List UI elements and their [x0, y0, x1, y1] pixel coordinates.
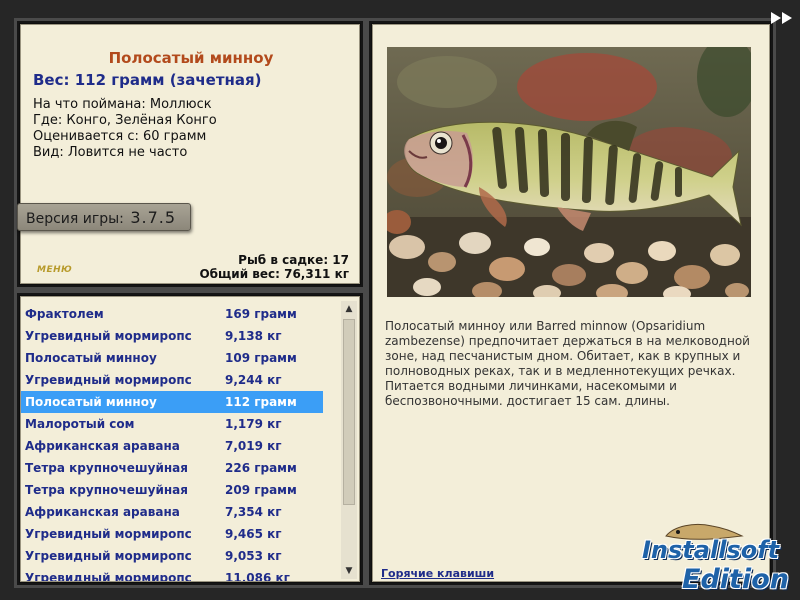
- catch-list-row[interactable]: Угревидный мормиропс 9,465 кг: [21, 523, 323, 545]
- catch-list-panel: Фрактолем 169 грамм Угревидный мормиропс 9,…: [20, 296, 360, 582]
- scroll-thumb[interactable]: [343, 319, 355, 505]
- hotkeys-link[interactable]: Горячие клавиши: [381, 567, 494, 580]
- menu-button[interactable]: МЕНЮ: [37, 265, 72, 275]
- catch-row-weight: 9,138 кг: [225, 329, 282, 343]
- catch-row-weight: 209 грамм: [225, 483, 297, 497]
- catch-list-row[interactable]: Малоротый сом 1,179 кг: [21, 413, 323, 435]
- catch-row-weight: 7,019 кг: [225, 439, 282, 453]
- catch-row-weight: 226 грамм: [225, 461, 297, 475]
- rarity: Вид: Ловится не часто: [33, 145, 188, 160]
- fish-weight: Вес: 112 грамм (зачетная): [33, 71, 262, 89]
- caught-where: Где: Конго, Зелёная Конго: [33, 113, 217, 128]
- basket-count: Рыб в садке: 17: [238, 253, 349, 267]
- catch-row-fish-name: Полосатый минноу: [25, 351, 157, 365]
- brand-line-1: Installsoft: [642, 536, 780, 564]
- fish-photo: [387, 47, 751, 297]
- scroll-down-arrow-icon[interactable]: ▼: [341, 563, 357, 579]
- catch-list-row[interactable]: Полосатый минноу 112 грамм: [21, 391, 323, 413]
- catch-row-weight: 11,086 кг: [225, 571, 290, 582]
- catch-row-weight: 169 грамм: [225, 307, 297, 321]
- catch-list: Фрактолем 169 грамм Угревидный мормиропс 9,…: [21, 303, 341, 582]
- total-weight: Общий вес: 76,311 кг: [199, 267, 349, 281]
- catch-row-weight: 1,179 кг: [225, 417, 282, 431]
- catch-list-row[interactable]: Угревидный мормиропс 9,244 кг: [21, 369, 323, 391]
- catch-row-weight: 7,354 кг: [225, 505, 282, 519]
- catch-list-row[interactable]: Африканская аравана 7,354 кг: [21, 501, 323, 523]
- version-label: Версия игры:: [26, 211, 124, 227]
- catch-list-row[interactable]: Африканская аравана 7,019 кг: [21, 435, 323, 457]
- catch-row-weight: 9,465 кг: [225, 527, 282, 541]
- catch-row-weight: 109 грамм: [225, 351, 297, 365]
- fish-description-panel: Полосатый минноу или Barred minnow (Opsa…: [372, 24, 770, 582]
- catch-row-weight: 112 грамм: [225, 395, 297, 409]
- catch-row-fish-name: Полосатый минноу: [25, 395, 157, 409]
- catch-list-row[interactable]: Угревидный мормиропс 11,086 кг: [21, 567, 323, 582]
- fish-description: Полосатый минноу или Barred minnow (Opsa…: [385, 319, 750, 408]
- brand-line-2: Edition: [682, 564, 789, 595]
- version-value: 3.7.5: [130, 208, 177, 227]
- fish-info-panel: Полосатый минноу Вес: 112 грамм (зачетна…: [17, 24, 360, 284]
- catch-row-fish-name: Малоротый сом: [25, 417, 135, 431]
- fast-forward-icon[interactable]: [770, 10, 794, 24]
- catch-row-fish-name: Угревидный мормиропс: [25, 329, 192, 343]
- catch-row-fish-name: Угревидный мормиропс: [25, 549, 192, 563]
- catch-list-row[interactable]: Тетра крупночешуйная 226 грамм: [21, 457, 323, 479]
- catch-row-fish-name: Угревидный мормиропс: [25, 571, 192, 582]
- catch-list-row[interactable]: Угревидный мормиропс 9,138 кг: [21, 325, 323, 347]
- catch-row-fish-name: Угревидный мормиропс: [25, 527, 192, 541]
- catch-row-weight: 9,053 кг: [225, 549, 282, 563]
- catch-list-row[interactable]: Угревидный мормиропс 9,053 кг: [21, 545, 323, 567]
- game-version-badge: Версия игры: 3.7.5: [17, 203, 191, 231]
- catch-list-row[interactable]: Тетра крупночешуйная 209 грамм: [21, 479, 323, 501]
- scroll-up-arrow-icon[interactable]: ▲: [341, 301, 357, 317]
- catch-row-fish-name: Африканская аравана: [25, 439, 180, 453]
- fish-title: Полосатый минноу: [108, 49, 274, 67]
- installsoft-edition-logo: Installsoft Edition: [640, 520, 796, 596]
- catch-row-fish-name: Тетра крупночешуйная: [25, 461, 188, 475]
- catch-row-fish-name: Тетра крупночешуйная: [25, 483, 188, 497]
- catch-row-fish-name: Африканская аравана: [25, 505, 180, 519]
- catch-row-fish-name: Угревидный мормиропс: [25, 373, 192, 387]
- catch-list-row[interactable]: Фрактолем 169 грамм: [21, 303, 323, 325]
- catch-row-weight: 9,244 кг: [225, 373, 282, 387]
- catch-row-fish-name: Фрактолем: [25, 307, 104, 321]
- rated-from: Оценивается с: 60 грамм: [33, 129, 207, 144]
- catch-list-row[interactable]: Полосатый минноу 109 грамм: [21, 347, 323, 369]
- catch-list-scrollbar[interactable]: ▲ ▼: [341, 301, 357, 579]
- caught-with: На что поймана: Моллюск: [33, 97, 212, 112]
